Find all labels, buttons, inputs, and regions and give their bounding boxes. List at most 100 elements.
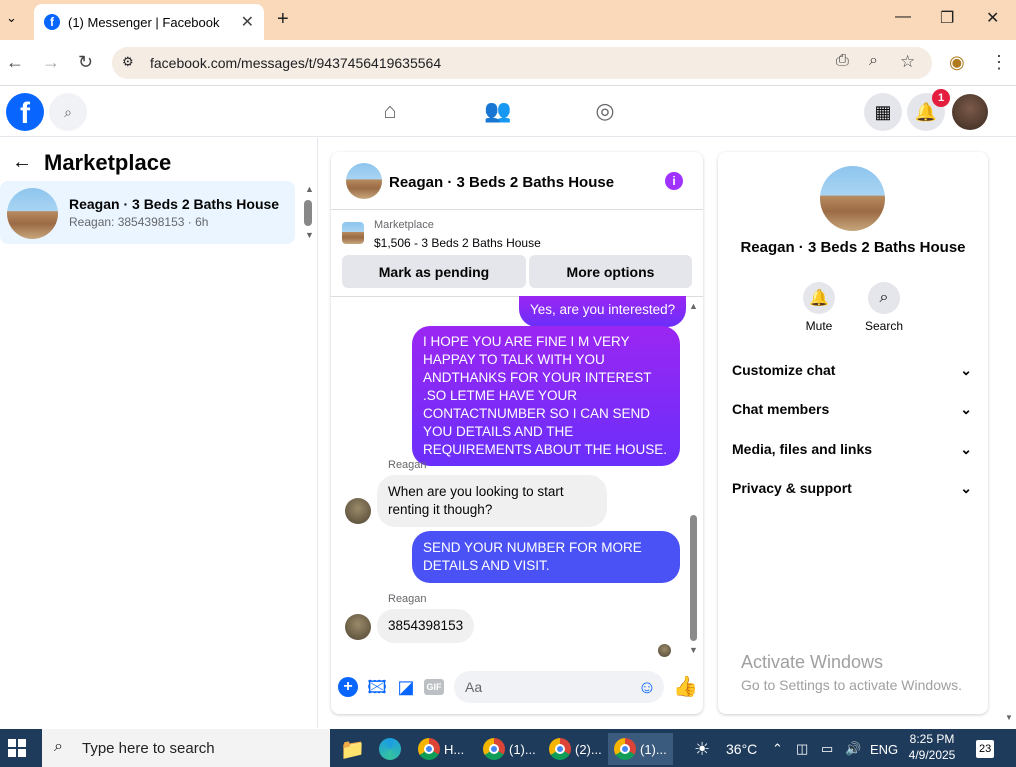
taskbar-app-label: H...: [444, 741, 465, 757]
sender-name: Reagan: [388, 593, 427, 605]
mute-bell-icon[interactable]: 🔔: [803, 282, 835, 314]
notification-badge: 1: [932, 89, 950, 107]
chrome-icon: [614, 738, 636, 760]
chat-scrollbar[interactable]: [690, 515, 697, 641]
bookmark-star-icon[interactable]: ☆: [900, 52, 915, 72]
chrome-icon: [549, 738, 571, 760]
facebook-favicon-icon: f: [44, 14, 60, 30]
info-icon[interactable]: i: [665, 172, 683, 190]
gif-icon[interactable]: GIF: [424, 679, 444, 695]
url-text: facebook.com/messages/t/9437456419635564: [150, 55, 442, 71]
mute-label: Mute: [805, 319, 833, 333]
browser-menu-icon[interactable]: ⋮: [990, 52, 1008, 73]
language-indicator[interactable]: ENG: [870, 733, 898, 765]
chat-info-name: Reagan · 3 Beds 2 Baths House: [740, 239, 966, 256]
friends-nav-icon[interactable]: 👥: [484, 98, 512, 126]
chat-title: Reagan · 3 Beds 2 Baths House: [389, 174, 615, 191]
scroll-up-icon[interactable]: ▲: [305, 184, 314, 194]
message-bubble-incoming[interactable]: When are you looking to start renting it…: [377, 475, 607, 527]
page-scroll-down-icon[interactable]: ▼: [1005, 713, 1013, 722]
taskbar-app-label: (1)...: [509, 741, 536, 757]
browser-tab[interactable]: f (1) Messenger | Facebook ✕: [34, 4, 264, 40]
facebook-search-icon[interactable]: ⌕: [49, 93, 87, 131]
emoji-icon[interactable]: ☺: [637, 677, 657, 697]
home-nav-icon[interactable]: ⌂: [376, 98, 404, 126]
volume-icon[interactable]: 🔊: [845, 733, 861, 765]
activate-windows-title: Activate Windows: [741, 652, 884, 672]
message-bubble-incoming[interactable]: 3854398153: [377, 609, 475, 643]
section-media-files-links[interactable]: Media, files and links ⌄: [732, 441, 972, 458]
back-icon[interactable]: ←: [6, 52, 24, 73]
temperature[interactable]: 36°C: [726, 733, 757, 765]
taskbar-chrome-app-2[interactable]: (1)...: [483, 733, 536, 765]
section-label: Chat members: [732, 401, 830, 417]
search-label: Search: [864, 319, 904, 333]
windows-start-icon[interactable]: [8, 739, 26, 757]
sender-name: Reagan: [388, 459, 427, 471]
more-options-button[interactable]: More options: [529, 255, 692, 288]
new-tab-icon[interactable]: +: [277, 8, 289, 31]
sticker-icon[interactable]: ◪: [396, 677, 416, 697]
forward-icon[interactable]: →: [42, 52, 60, 73]
like-thumb-icon[interactable]: 👍: [673, 677, 698, 697]
add-attachment-icon[interactable]: +: [338, 677, 358, 697]
section-label: Privacy & support: [732, 480, 852, 496]
message-input[interactable]: Aa: [454, 671, 664, 703]
message-bubble-outgoing[interactable]: I HOPE YOU ARE FINE I M VERY HAPPAY TO T…: [412, 326, 680, 466]
message-bubble-outgoing[interactable]: SEND YOUR NUMBER FOR MORE DETAILS AND VI…: [412, 531, 680, 583]
section-customize-chat[interactable]: Customize chat ⌄: [732, 362, 972, 379]
chat-scroll-down-icon[interactable]: ▼: [689, 645, 698, 655]
menu-grid-icon[interactable]: ▦: [864, 93, 902, 131]
notification-center-badge[interactable]: 23: [976, 740, 995, 758]
back-arrow-icon[interactable]: ←: [12, 151, 32, 174]
message-bubble-outgoing[interactable]: Yes, are you interested?: [519, 296, 687, 327]
clock-date: 4/9/2025: [908, 748, 956, 762]
chevron-down-icon: ⌄: [960, 362, 972, 378]
minimize-icon[interactable]: —: [895, 8, 911, 26]
network-icon[interactable]: ▭: [821, 733, 833, 765]
taskbar-chrome-app-4[interactable]: (1)...: [608, 733, 673, 765]
reload-icon[interactable]: ↻: [78, 52, 93, 73]
taskbar-app-label: (1)...: [640, 741, 667, 757]
tab-search-icon[interactable]: ⌄: [6, 10, 17, 26]
edge-icon[interactable]: [379, 733, 401, 765]
taskbar-search-box[interactable]: ⌕ Type here to search: [42, 729, 330, 767]
tray-meet-icon[interactable]: ◫: [796, 733, 808, 765]
tab-close-icon[interactable]: ✕: [241, 12, 254, 32]
clock[interactable]: 8:25 PM 4/9/2025: [906, 731, 958, 763]
restore-icon[interactable]: ❐: [940, 8, 954, 28]
mark-as-pending-button[interactable]: Mark as pending: [342, 255, 526, 288]
install-app-icon[interactable]: ⎙: [836, 52, 849, 70]
scroll-down-icon[interactable]: ▼: [305, 230, 314, 240]
conversation-thumbnail: [7, 188, 58, 239]
left-scrollbar[interactable]: [304, 200, 312, 226]
sender-avatar[interactable]: [345, 614, 371, 640]
listing-category: Marketplace: [374, 219, 434, 231]
section-label: Customize chat: [732, 362, 836, 378]
message-input-placeholder: Aa: [465, 679, 483, 695]
site-settings-icon[interactable]: ⚙: [122, 54, 134, 70]
sender-avatar[interactable]: [345, 498, 371, 524]
facebook-logo-icon[interactable]: f: [6, 93, 44, 131]
marketplace-title: Marketplace: [44, 150, 172, 175]
address-bar[interactable]: ⚙ facebook.com/messages/t/94374564196355…: [112, 47, 932, 79]
seen-avatar: [658, 644, 671, 657]
zoom-icon[interactable]: ⌕: [869, 52, 878, 70]
listing-price[interactable]: $1,506 - 3 Beds 2 Baths House: [374, 236, 541, 250]
chat-scroll-up-icon[interactable]: ▲: [689, 301, 698, 311]
tray-chevron-icon[interactable]: ⌃: [772, 733, 783, 765]
window-close-icon[interactable]: ✕: [986, 8, 999, 28]
taskbar-chrome-app-1[interactable]: H...: [418, 733, 464, 765]
section-chat-members[interactable]: Chat members ⌄: [732, 401, 972, 418]
groups-nav-icon[interactable]: ◎: [591, 98, 619, 126]
weather-icon[interactable]: ☀: [694, 733, 710, 765]
section-privacy-support[interactable]: Privacy & support ⌄: [732, 480, 972, 497]
search-icon[interactable]: ⌕: [868, 282, 900, 314]
chat-info-thumbnail: [820, 166, 885, 231]
taskbar-chrome-app-3[interactable]: (2)...: [549, 733, 602, 765]
photo-icon[interactable]: 🖾: [367, 677, 387, 697]
profile-icon[interactable]: ◉: [949, 52, 965, 73]
file-explorer-icon[interactable]: 📁: [340, 733, 365, 765]
chrome-icon: [483, 738, 505, 760]
account-avatar[interactable]: [952, 94, 988, 130]
